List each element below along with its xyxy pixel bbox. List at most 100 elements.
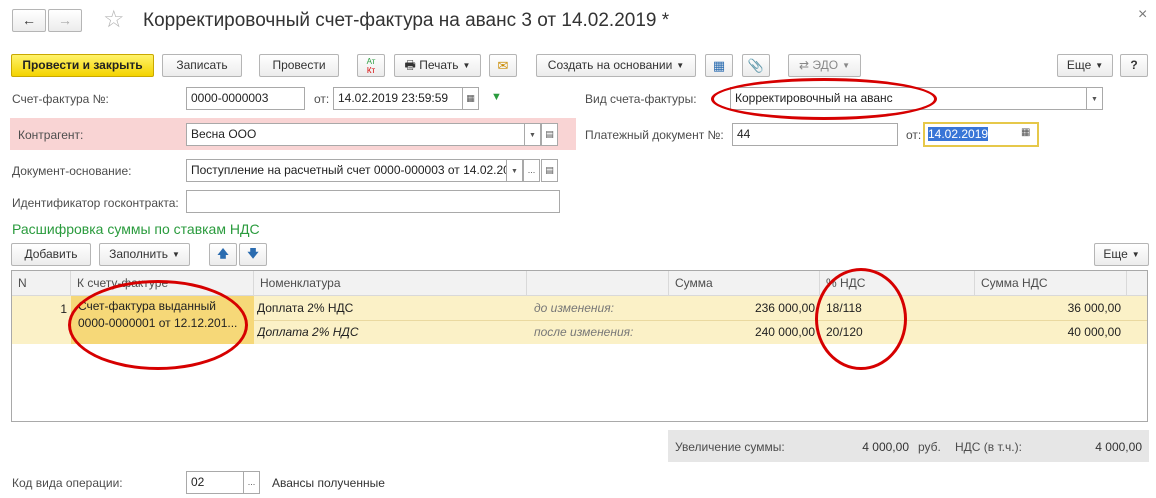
currency-label: руб. <box>918 440 941 454</box>
arrow-down-icon: 🡇 <box>247 248 259 260</box>
fill-button[interactable]: Заполнить ▼ <box>99 243 190 266</box>
invoice-date-field[interactable]: 14.02.2019 23:59:59 <box>333 87 463 110</box>
counterparty-label: Контрагент: <box>18 128 84 142</box>
row-divider <box>254 320 1147 321</box>
row-state-before: до изменения: <box>534 301 614 315</box>
arrow-up-icon: 🡅 <box>217 248 229 260</box>
counterparty-field[interactable]: Весна ООО <box>186 123 525 146</box>
open-link-icon[interactable]: ▤ <box>541 159 558 182</box>
print-button[interactable]: 🖶 Печать ▼ <box>394 54 481 77</box>
column-header-sum[interactable]: Сумма <box>669 271 820 296</box>
close-icon[interactable]: × <box>1138 6 1147 24</box>
vat-total-value: 4 000,00 <box>1095 440 1142 454</box>
operation-code-select[interactable]: ... <box>243 471 260 494</box>
move-up-button[interactable]: 🡅 <box>209 243 237 266</box>
caret-down-icon: ▼ <box>462 61 471 70</box>
row-vat-before[interactable]: 36 000,00 <box>975 297 1121 319</box>
caret-down-icon: ▼ <box>172 250 180 259</box>
invoice-type-label: Вид счета-фактуры: <box>585 92 697 106</box>
invoice-type-field[interactable]: Корректировочный на аванс <box>730 87 1087 110</box>
calendar-icon[interactable]: ▦ <box>462 87 479 110</box>
caret-down-icon: ▼ <box>842 61 850 70</box>
invoice-no-label: Счет-фактура №: <box>12 92 109 106</box>
row-rate-after[interactable]: 20/120 <box>826 321 863 343</box>
dt-kt-icon: Ат Кт <box>366 57 376 75</box>
star-icon[interactable]: ☆ <box>103 5 125 34</box>
column-header-filler <box>1127 271 1147 296</box>
save-button[interactable]: Записать <box>162 54 242 77</box>
printer-icon: 🖶 <box>404 58 416 72</box>
column-header-item[interactable]: Номенклатура <box>254 271 527 296</box>
row-invoice-line2[interactable]: 0000-0000001 от 12.12.201... <box>78 315 253 331</box>
vat-total-label: НДС (в т.ч.): <box>955 440 1022 454</box>
create-based-button[interactable]: Создать на основании ▼ <box>536 54 696 77</box>
invoice-no-field[interactable]: 0000-0000003 <box>186 87 305 110</box>
payment-doc-label: Платежный документ №: <box>585 128 724 142</box>
vat-table[interactable]: N К счету-фактуре Номенклатура Сумма % Н… <box>11 270 1148 422</box>
increase-label: Увеличение суммы: <box>675 440 785 454</box>
gov-id-field[interactable] <box>186 190 560 213</box>
calendar-icon[interactable]: ▦ <box>1021 127 1030 138</box>
caret-down-icon: ▼ <box>511 168 518 175</box>
back-button[interactable]: ← <box>12 9 46 32</box>
column-header-state[interactable] <box>527 271 669 296</box>
counterparty-dropdown[interactable]: ▼ <box>524 123 541 146</box>
increase-value: 4 000,00 <box>862 440 909 454</box>
column-header-vat-sum[interactable]: Сумма НДС <box>975 271 1127 296</box>
row-invoice-line1[interactable]: Счет-фактура выданный <box>78 298 253 314</box>
arrow-left-icon: ← <box>22 12 36 28</box>
invoice-date-label: от: <box>314 92 330 106</box>
base-doc-select[interactable]: ... <box>523 159 540 182</box>
forward-button[interactable]: → <box>48 9 82 32</box>
caret-down-icon: ▼ <box>529 132 536 139</box>
section-title: Расшифровка суммы по ставкам НДС <box>12 221 260 237</box>
attach-button[interactable]: 📎 <box>742 54 770 77</box>
row-item-after[interactable]: Доплата 2% НДС <box>257 321 359 343</box>
caret-down-icon: ▼ <box>1091 96 1098 103</box>
totals-bar: Увеличение суммы: 4 000,00 руб. НДС (в т… <box>668 430 1149 462</box>
operation-description: Авансы полученные <box>272 476 385 490</box>
column-header-vat-rate[interactable]: % НДС <box>820 271 975 296</box>
operation-code-field[interactable]: 02 <box>186 471 244 494</box>
operation-code-label: Код вида операции: <box>12 476 123 490</box>
more-button[interactable]: Еще ▼ <box>1057 54 1113 77</box>
caret-down-icon: ▼ <box>1095 61 1104 70</box>
add-row-button[interactable]: Добавить <box>11 243 91 266</box>
row-sum-before[interactable]: 236 000,00 <box>669 297 815 319</box>
caret-down-icon: ▼ <box>676 61 685 70</box>
structure-icon: ▦ <box>712 58 726 73</box>
edo-icon: ⇄ <box>798 58 810 72</box>
table-more-button[interactable]: Еще ▼ <box>1094 243 1149 266</box>
row-sum-after[interactable]: 240 000,00 <box>669 321 815 343</box>
help-button[interactable]: ? <box>1120 54 1148 77</box>
row-state-after: после изменения: <box>534 325 634 339</box>
row-number: 1 <box>60 302 67 316</box>
paperclip-icon: 📎 <box>747 58 765 73</box>
email-button[interactable]: ✉ <box>489 54 517 77</box>
payment-date-selected: 14.02.2019 <box>928 127 989 141</box>
base-doc-label: Документ-основание: <box>12 164 132 178</box>
row-item-before[interactable]: Доплата 2% НДС <box>257 297 353 319</box>
row-vat-after[interactable]: 40 000,00 <box>975 321 1121 343</box>
arrow-right-icon: → <box>58 12 72 28</box>
payment-date-label: от: <box>906 128 922 142</box>
base-doc-field[interactable]: Поступление на расчетный счет 0000-00000… <box>186 159 507 182</box>
edo-button[interactable]: ⇄ ЭДО ▼ <box>788 54 861 77</box>
post-close-button[interactable]: Провести и закрыть <box>11 54 154 77</box>
dt-kt-button[interactable]: Ат Кт <box>357 54 385 77</box>
structure-button[interactable]: ▦ <box>705 54 733 77</box>
status-icon[interactable]: ▼ <box>491 91 502 103</box>
payment-doc-field[interactable]: 44 <box>732 123 898 146</box>
open-link-icon[interactable]: ▤ <box>541 123 558 146</box>
move-down-button[interactable]: 🡇 <box>239 243 267 266</box>
post-button[interactable]: Провести <box>259 54 339 77</box>
base-doc-dropdown[interactable]: ▼ <box>506 159 523 182</box>
gov-id-label: Идентификатор госконтракта: <box>12 196 179 210</box>
column-header-invoice[interactable]: К счету-фактуре <box>71 271 254 296</box>
page-title: Корректировочный счет-фактура на аванс 3… <box>143 10 670 31</box>
envelope-icon: ✉ <box>497 58 509 73</box>
column-header-n[interactable]: N <box>12 271 71 296</box>
caret-down-icon: ▼ <box>1131 250 1140 259</box>
row-rate-before[interactable]: 18/118 <box>826 297 862 319</box>
invoice-type-dropdown[interactable]: ▼ <box>1086 87 1103 110</box>
